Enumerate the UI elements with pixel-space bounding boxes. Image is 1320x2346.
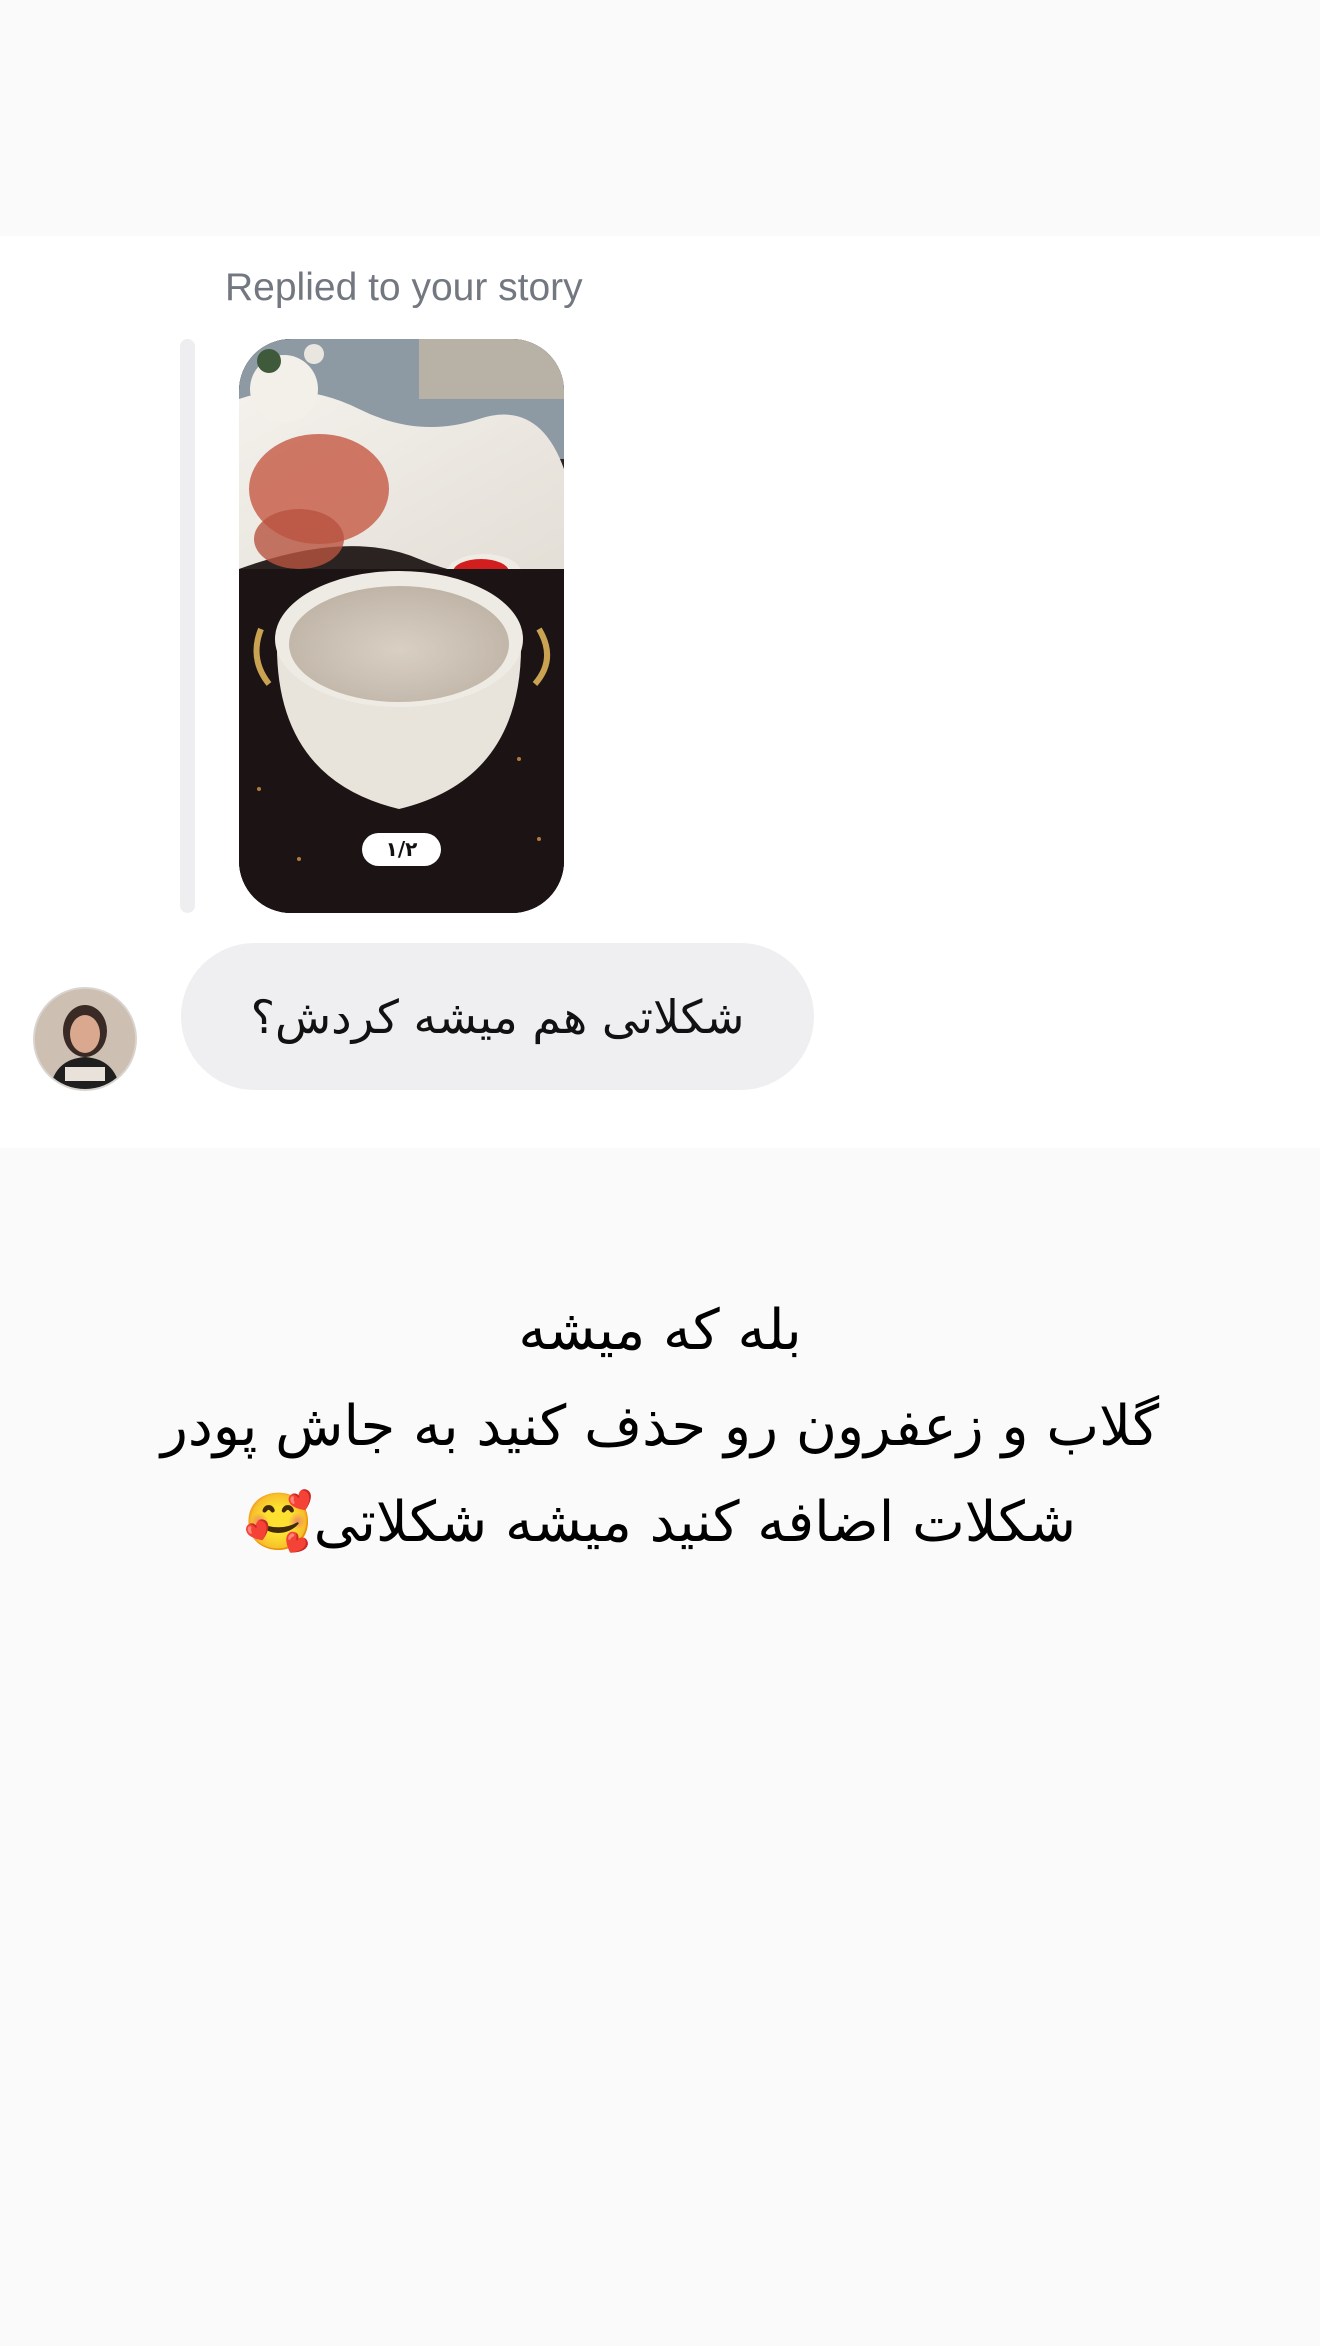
answer-text-block: بله که میشه گلاب و زعفرون رو حذف کنید به… — [60, 1283, 1260, 1571]
top-blank-area — [0, 0, 1320, 236]
sender-avatar[interactable] — [33, 987, 137, 1091]
avatar-photo — [35, 989, 135, 1089]
answer-line: شکلات اضافه کنید میشه شکلاتی🥰 — [60, 1475, 1260, 1571]
reply-context-label: Replied to your story — [225, 266, 583, 309]
answer-line-text: شکلات اضافه کنید میشه شکلاتی — [313, 1490, 1077, 1555]
reply-quote-bar — [180, 339, 195, 913]
story-photo — [239, 339, 564, 913]
story-pager-badge: ۱/۲ — [362, 833, 441, 866]
answer-line: بله که میشه — [518, 1298, 802, 1363]
incoming-message-bubble[interactable]: شکلاتی هم میشه کردش؟ — [181, 943, 814, 1090]
story-thumbnail[interactable]: ۱/۲ — [239, 339, 564, 913]
answer-line: گلاب و زعفرون رو حذف کنید به جاش پودر — [160, 1394, 1160, 1459]
incoming-message-text: شکلاتی هم میشه کردش؟ — [250, 989, 745, 1044]
smiling-hearts-emoji: 🥰 — [243, 1490, 314, 1555]
